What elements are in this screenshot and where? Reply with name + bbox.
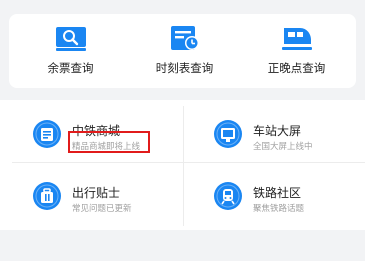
station-screen-icon xyxy=(214,120,242,148)
railway-community-icon xyxy=(214,182,242,210)
quick-action-timetable[interactable]: 时刻表查询 xyxy=(127,14,242,88)
quick-action-label: 余票查询 xyxy=(47,61,94,75)
quick-actions-card: 余票查询 时刻表查询 正晚点查询 xyxy=(9,14,356,88)
bottom-background xyxy=(0,230,365,261)
service-title: 铁路社区 xyxy=(253,186,302,200)
timetable-icon xyxy=(170,26,199,50)
services-panel: 中铁商城 精品商城即将上线 车站大屏 全国大屏上线中 出行贴士 常见问题已更新 xyxy=(0,100,365,230)
annotation-highlight-box xyxy=(68,131,150,153)
service-subtitle: 聚焦铁路话题 xyxy=(253,204,305,214)
quick-action-label: 正晚点查询 xyxy=(267,61,326,75)
service-title: 出行贴士 xyxy=(72,186,121,200)
train-delay-icon xyxy=(281,28,312,50)
service-station-screen[interactable]: 车站大屏 全国大屏上线中 xyxy=(213,119,365,177)
quick-action-label: 时刻表查询 xyxy=(155,61,214,75)
quick-action-train-delay[interactable]: 正晚点查询 xyxy=(239,14,354,88)
service-subtitle: 常见问题已更新 xyxy=(72,204,132,214)
ticket-search-icon xyxy=(55,27,86,51)
quick-action-ticket-search[interactable]: 余票查询 xyxy=(13,14,128,88)
service-title: 车站大屏 xyxy=(253,124,302,138)
mall-icon xyxy=(33,120,61,148)
service-subtitle: 全国大屏上线中 xyxy=(253,142,313,152)
travel-tips-icon xyxy=(33,182,61,210)
